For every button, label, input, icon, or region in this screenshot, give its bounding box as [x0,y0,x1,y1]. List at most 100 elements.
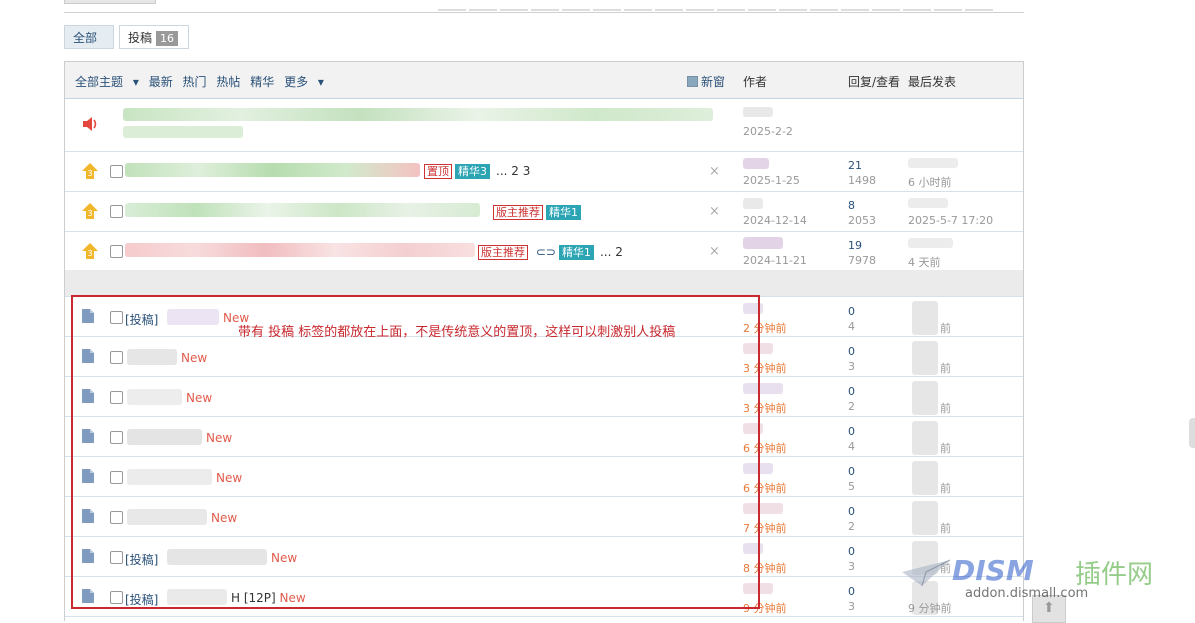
col-reply-view: 回复/查看 [848,75,901,89]
reply-count[interactable]: 0 [848,345,855,358]
paper-plane-icon [900,558,952,591]
blurred-author [743,107,773,117]
filter-hot-posts[interactable]: 热帖 [216,75,240,89]
page-links[interactable]: ... 2 3 [496,164,530,178]
watermark-brand: DISM [952,554,1034,587]
view-count: 1498 [848,174,876,187]
pin-level-icon: 3 [81,162,99,183]
view-count: 4 [848,440,855,453]
filter-digest[interactable]: 精华 [250,75,274,89]
view-count: 3 [848,600,855,613]
svg-text:3: 3 [87,209,92,218]
reply-count[interactable]: 0 [848,545,855,558]
blurred-last-user [912,461,938,495]
reply-count[interactable]: 19 [848,239,862,252]
blurred-title [125,243,475,257]
top-button-edge [64,0,156,4]
new-window-toggle[interactable]: 新窗 [687,73,725,90]
blurred-author [743,198,763,209]
watermark-url: addon.dismall.com [965,586,1089,601]
tab-all[interactable]: 全部 [64,25,114,49]
filter-hot[interactable]: 热门 [183,75,207,89]
last-post-time[interactable]: 前 [940,440,951,456]
svg-text:3: 3 [87,249,92,258]
sticky-row[interactable]: 3 版主推荐 精华1 × 2024-12-14 8 2053 2025-5-7 1… [65,192,1023,232]
post-date: 2025-1-25 [743,174,800,187]
reply-count[interactable]: 0 [848,385,855,398]
blurred-title [125,203,480,217]
reply-count[interactable]: 0 [848,305,855,318]
pin-level-icon: 3 [81,242,99,263]
blurred-last-user [912,421,938,455]
top-divider [64,12,1024,13]
close-icon[interactable]: × [709,244,720,259]
watermark: DISM 插件网 addon.dismall.com [900,552,1190,608]
attachment-icon: ⊂⊃ [535,245,556,259]
thread-list-header: 全部主题 ▾ 最新 热门 热帖 精华 更多 ▾ 新窗 作者 回复/查看 最后发表 [65,62,1023,99]
blurred-author [743,237,783,249]
reply-count[interactable]: 0 [848,585,855,598]
blurred-title-line2 [123,126,243,138]
sticky-tag: 置顶 [424,164,452,179]
row-checkbox[interactable] [110,165,123,178]
all-topics-dropdown[interactable]: 全部主题 ▾ [75,75,139,89]
sticky-separator [65,270,1023,297]
post-date: 2024-11-21 [743,254,807,267]
view-count: 7978 [848,254,876,267]
blurred-last-user [908,238,953,248]
pin-level-icon: 3 [81,202,99,223]
sticky-row[interactable]: 3 置顶 精华3 ... 2 3 × 2025-1-25 21 1498 6 小时前 [65,152,1023,192]
sticky-row[interactable]: 3 版主推荐 ⊂⊃ 精华1 ... 2 × 2024-11-21 19 7978 4… [65,232,1023,271]
tab-submissions[interactable]: 投稿 16 [119,25,189,49]
top-pager-edge [438,0,996,11]
filter-latest[interactable]: 最新 [149,75,173,89]
close-icon[interactable]: × [709,204,720,219]
new-window-checkbox[interactable] [687,76,698,87]
blurred-last-user [912,301,938,335]
post-date: 2025-2-2 [743,125,793,138]
reply-count[interactable]: 21 [848,159,862,172]
col-last-post: 最后发表 [908,75,957,89]
blurred-author [743,158,769,169]
annotation-box [71,295,760,609]
digest-tag: 精华3 [455,164,490,179]
reply-count[interactable]: 0 [848,465,855,478]
view-count: 2053 [848,214,876,227]
view-count: 3 [848,360,855,373]
view-count: 2 [848,520,855,533]
blurred-last-user [908,198,948,208]
post-date: 2024-12-14 [743,214,807,227]
last-post-time[interactable]: 4 天前 [908,254,941,270]
moderator-recommend-tag: 版主推荐 [493,205,543,220]
col-author: 作者 [743,75,768,89]
last-post-time[interactable]: 前 [940,320,951,336]
blurred-title [125,163,420,177]
speaker-icon [81,115,99,136]
last-post-time[interactable]: 2025-5-7 17:20 [908,214,993,227]
last-post-time[interactable]: 前 [940,400,951,416]
blurred-title [123,108,713,121]
blurred-last-user [912,381,938,415]
announcement-row[interactable]: 2025-2-2 [65,99,1023,152]
svg-text:3: 3 [87,169,92,178]
submissions-count-badge: 16 [156,31,179,46]
page-links[interactable]: ... 2 [600,245,623,259]
view-count: 5 [848,480,855,493]
close-icon[interactable]: × [709,164,720,179]
more-dropdown[interactable]: 更多 ▾ [284,75,324,89]
view-count: 3 [848,560,855,573]
last-post-time[interactable]: 6 小时前 [908,174,952,190]
digest-tag: 精华1 [546,205,581,220]
row-checkbox[interactable] [110,205,123,218]
blurred-last-user [912,501,938,535]
last-post-time[interactable]: 前 [940,520,951,536]
last-post-time[interactable]: 前 [940,360,951,376]
annotation-text: 带有 投稿 标签的都放在上面，不是传统意义的置顶，这样可以刺激别人投稿 [238,325,676,340]
moderator-recommend-tag: 版主推荐 [478,245,528,260]
row-checkbox[interactable] [110,245,123,258]
reply-count[interactable]: 8 [848,199,855,212]
last-post-time[interactable]: 前 [940,480,951,496]
reply-count[interactable]: 0 [848,505,855,518]
side-panel-handle[interactable] [1189,418,1195,448]
reply-count[interactable]: 0 [848,425,855,438]
